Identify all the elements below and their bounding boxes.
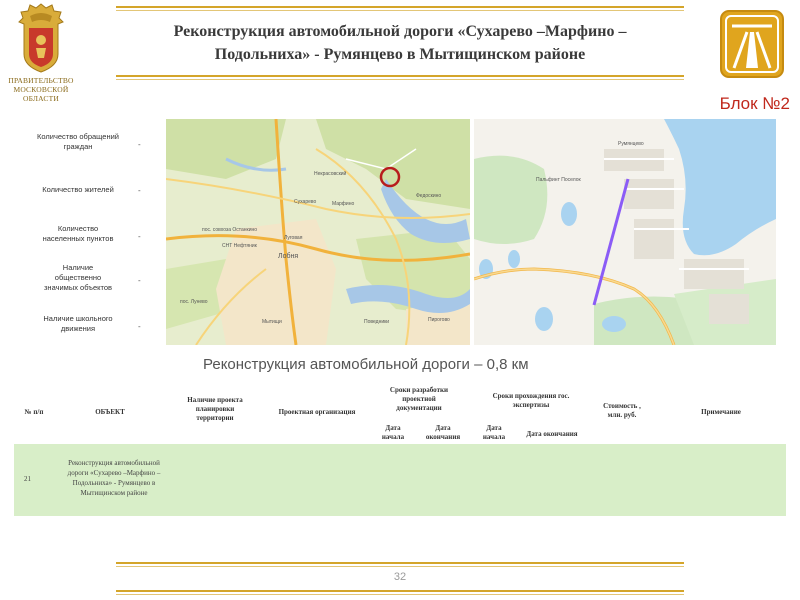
col-header-line: планировки [195,405,235,413]
map-label: Лобня [278,253,299,260]
col-header-line: территории [196,414,234,422]
col-header-design-org: Проектная организация [278,408,356,416]
header-top-rule-thin [116,10,684,11]
map-label: Некрасовский [314,171,347,177]
col-header-start-2: Дата начала [474,424,514,442]
map-label: Поведники [364,319,390,325]
col-header-end-2: Дата окончания [526,430,578,438]
footer-top-rule-thin [116,566,684,567]
col-header-exam-terms: Сроки прохождения гос. экспертизы [476,392,586,410]
col-header-line: Дата [435,424,451,432]
row-object: Реконструкция автомобильной дороги «Суха… [52,458,176,498]
col-header-line: Дата [385,424,401,432]
row-object-line: Подольниха» - Румянцево в [72,479,156,487]
stat-settlements-value: - [138,232,141,241]
page-title: Реконструкция автомобильной дороги «Суха… [130,20,670,66]
col-header-planning: Наличие проекта планировки территории [170,396,260,423]
footer-bottom-rule [116,590,684,592]
col-header-object: ОБЪЕКТ [95,408,125,416]
government-name-line: ОБЛАСТИ [22,94,60,103]
government-name-line: ПРАВИТЕЛЬСТВО [8,76,74,85]
highway-sign-icon [720,10,784,78]
map-label: Сухарево [294,199,317,205]
col-header-dev-terms: Сроки разработки проектной документации [374,386,464,413]
map-label: Федоскино [416,193,442,199]
footer-top-rule [116,562,684,564]
stat-residents-value: - [138,186,141,195]
header-top-rule [116,6,684,8]
stat-settlements-label: Количество населенных пунктов [8,224,148,244]
col-header-line: экспертизы [512,401,550,409]
page-title-line-1: Реконструкция автомобильной дороги «Суха… [173,23,627,40]
stat-appeals-label: Количество обращений граждан [8,132,148,152]
col-header-line: млн. руб. [607,411,637,419]
stat-label-line: общественно [54,273,102,282]
header-bottom-rule-thin [116,79,684,80]
map-label: пос. совхоза Останкино [202,227,258,233]
map-label: Мытищи [262,319,282,325]
stat-label-line: Наличие школьного [43,314,113,323]
stat-label-line: Количество обращений [37,132,119,141]
row-object-line: дороги «Сухарево –Марфино – [67,469,161,477]
col-header-num: № п/п [24,408,44,416]
col-header-line: Дата [486,424,502,432]
stat-public-objects-value: - [138,276,141,285]
map-label: Пирогово [428,317,450,323]
coat-of-arms-icon [18,3,64,73]
row-number: 21 [24,475,31,483]
block-label: Блок №2 [719,94,790,113]
col-header-line: проектной [402,395,436,403]
map-label: СНТ Нефтяник [222,243,257,249]
stat-school-traffic-value: - [138,322,141,331]
col-header-end: Дата окончания [418,424,468,442]
col-header-line: Стоимость , [603,402,641,410]
government-name-line: МОСКОВСКОЙ [13,85,69,94]
stat-label-line: движения [60,324,96,333]
header-bottom-rule [116,75,684,77]
stat-label-line: граждан [63,142,93,151]
detail-map[interactable]: Румянцево Пальфинт Поселок [474,119,776,345]
row-object-line: Реконструкция автомобильной [68,459,160,467]
col-header-line: начала [482,433,506,441]
col-header-line: окончания [425,433,461,441]
col-header-line: начала [381,433,405,441]
col-header-start: Дата начала [374,424,412,442]
stat-label-line: Количество [57,224,99,233]
map-label: Пальфинт Поселок [536,177,581,183]
detail-map-graphic [474,119,776,345]
map-label: Румянцево [618,141,644,147]
regional-map[interactable]: Некрасовский Сухарево Марфино Федоскино … [166,119,470,345]
section-subtitle: Реконструкция автомобильной дороги – 0,8… [203,356,529,373]
stat-school-traffic-label: Наличие школьного движения [8,314,148,334]
government-name: ПРАВИТЕЛЬСТВО МОСКОВСКОЙ ОБЛАСТИ [4,76,78,103]
page-number: 32 [393,571,407,583]
stat-public-objects-label: Наличие общественно значимых объектов [8,263,148,293]
stat-residents-label: Количество жителей [8,185,148,195]
footer-bottom-rule-thin [116,594,684,595]
col-header-note: Примечание [701,408,741,416]
stat-label-line: Количество жителей [42,185,114,194]
stat-label-line: населенных пунктов [42,234,114,243]
map-label: Марфино [332,201,355,207]
col-header-line: Сроки прохождения гос. [492,392,570,400]
map-label: Луговая [284,235,303,241]
page-title-line-2: Подольниха» - Румянцево в Мытищинском ра… [214,46,586,63]
col-header-line: Сроки разработки [389,386,449,394]
row-object-line: Мытищинском районе [80,489,148,497]
stat-label-line: значимых объектов [43,283,112,292]
map-label: пос. Лунево [180,299,208,305]
col-header-line: документации [396,404,442,412]
stat-appeals-value: - [138,140,141,149]
col-header-cost: Стоимость , млн. руб. [590,402,654,420]
col-header-line: Наличие проекта [187,396,243,404]
stat-label-line: Наличие [62,263,94,272]
